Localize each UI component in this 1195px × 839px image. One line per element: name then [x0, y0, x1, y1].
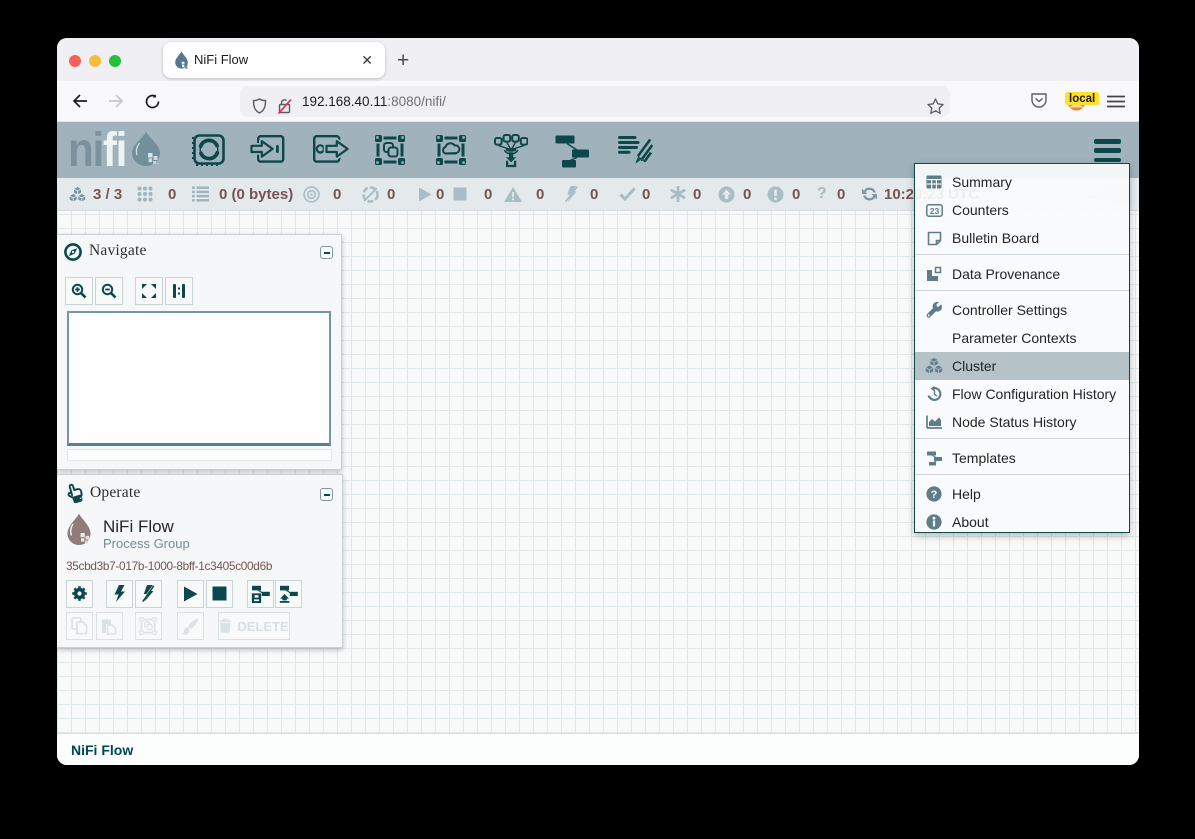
- svg-text:?: ?: [931, 489, 938, 501]
- svg-text:23: 23: [929, 205, 939, 215]
